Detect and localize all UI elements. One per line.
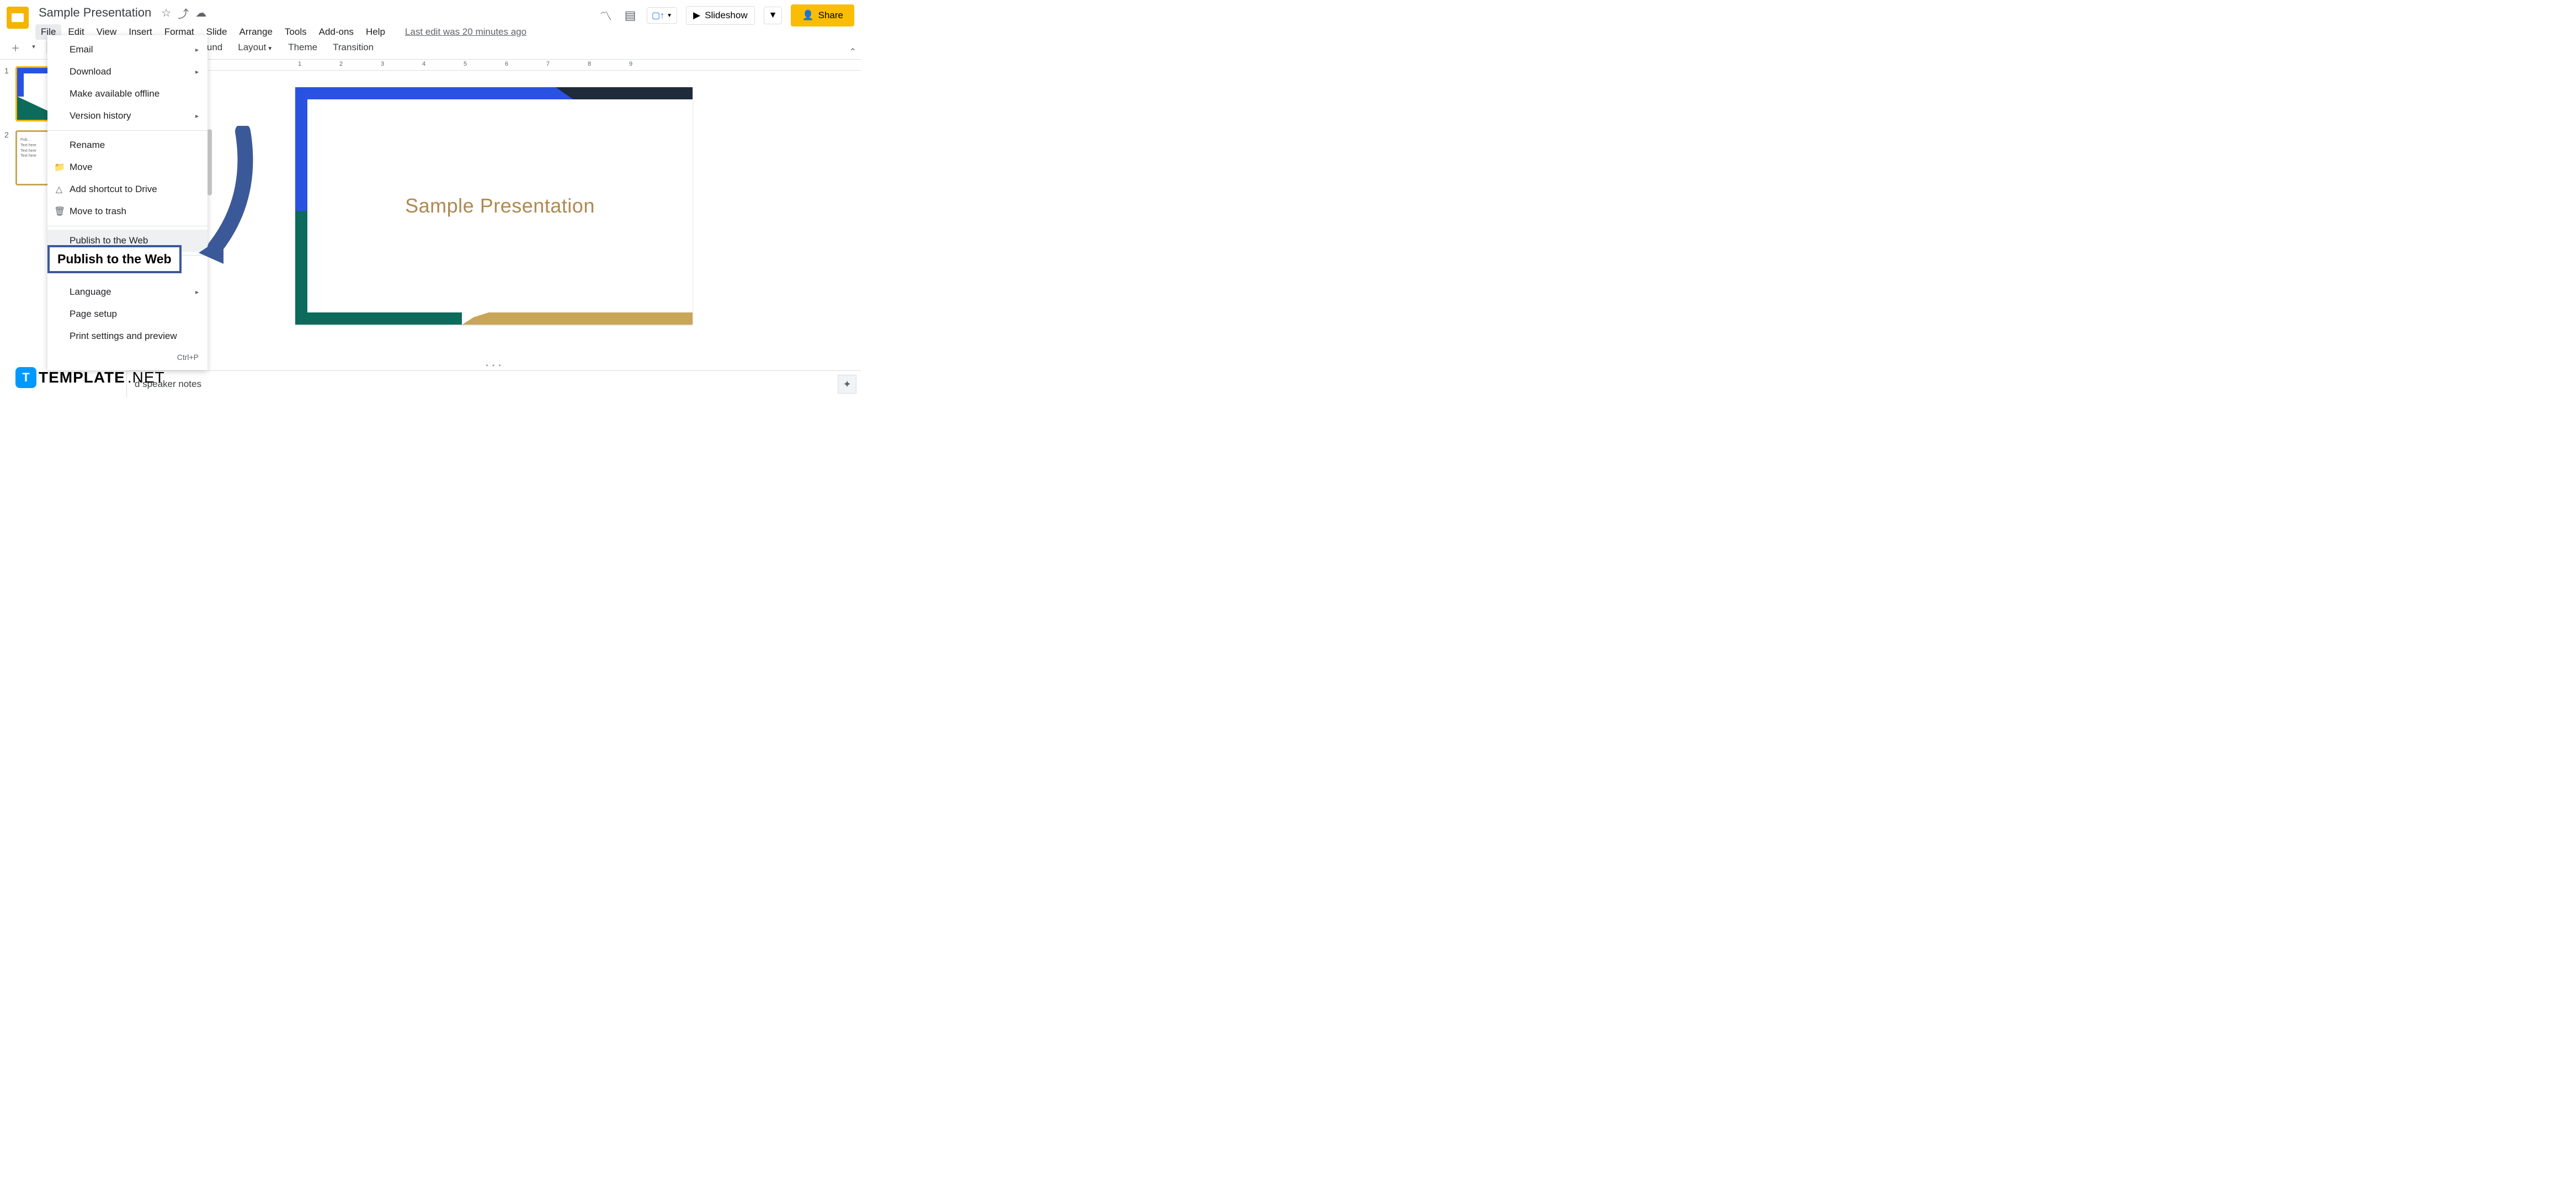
present-up-icon: ▢↑: [652, 10, 664, 21]
notes-drag-handle[interactable]: • • •: [486, 362, 502, 369]
menu-tools[interactable]: Tools: [279, 24, 312, 40]
chevron-down-icon: ▼: [667, 13, 672, 19]
menu-add-shortcut[interactable]: △Add shortcut to Drive: [47, 178, 207, 200]
horizontal-ruler: 1 2 3 4 5 6 7 8 9: [127, 60, 861, 71]
share-label: Share: [818, 10, 843, 21]
collapse-toolbar-icon[interactable]: ⌃: [849, 46, 856, 57]
slides-logo[interactable]: [7, 7, 29, 29]
thumb-number: 2: [4, 130, 12, 185]
file-menu-dropdown: Email▸ Download▸ Make available offline …: [47, 35, 207, 370]
slide-canvas[interactable]: Sample Presentation: [295, 87, 693, 325]
menu-version-history[interactable]: Version history▸: [47, 105, 207, 127]
person-icon: 👤: [802, 10, 813, 21]
shortcut-label: Ctrl+P: [177, 353, 199, 362]
star-icon[interactable]: ☆: [161, 6, 171, 20]
callout-arrow-icon: [193, 126, 259, 269]
separator: [46, 41, 47, 54]
submenu-arrow-icon: ▸: [195, 68, 199, 76]
trash-icon: 🗑: [54, 206, 64, 217]
menu-page-setup[interactable]: Page setup: [47, 303, 207, 325]
folder-move-icon: 📁: [54, 162, 64, 173]
comments-icon[interactable]: ▤: [622, 8, 638, 23]
menu-print-preview[interactable]: Print settings and preview: [47, 325, 207, 347]
slide-title[interactable]: Sample Presentation: [405, 194, 595, 217]
menu-separator: [47, 130, 207, 131]
present-dropdown[interactable]: ▢↑ ▼: [647, 7, 677, 24]
move-icon[interactable]: ⤴: [178, 5, 189, 21]
menu-language[interactable]: Language▸: [47, 281, 207, 303]
menu-arrange[interactable]: Arrange: [233, 24, 278, 40]
submenu-arrow-icon: ▸: [195, 288, 199, 296]
cloud-status-icon[interactable]: ☁: [195, 6, 206, 20]
play-icon: ▶: [693, 10, 700, 21]
submenu-arrow-icon: ▸: [195, 46, 199, 54]
document-title[interactable]: Sample Presentation: [35, 4, 155, 21]
menu-rename[interactable]: Rename: [47, 134, 207, 156]
menu-help[interactable]: Help: [360, 24, 391, 40]
slideshow-button[interactable]: ▶ Slideshow: [686, 6, 755, 25]
menu-email[interactable]: Email▸: [47, 39, 207, 61]
drive-shortcut-icon: △: [54, 184, 64, 195]
share-button[interactable]: 👤 Share: [791, 4, 854, 26]
menu-download[interactable]: Download▸: [47, 61, 207, 83]
trend-icon[interactable]: 〽: [598, 8, 614, 23]
watermark-text: TEMPLATE: [39, 369, 125, 386]
menu-trash[interactable]: 🗑Move to trash: [47, 200, 207, 222]
callout-highlight: Publish to the Web: [47, 245, 182, 273]
slideshow-caret[interactable]: ▼: [764, 7, 783, 24]
menu-addons[interactable]: Add-ons: [313, 24, 359, 40]
watermark-badge: T: [15, 367, 36, 388]
thumb-number: 1: [4, 66, 12, 121]
menu-print[interactable]: Ctrl+P: [47, 347, 207, 367]
slideshow-label: Slideshow: [705, 10, 748, 21]
watermark-suffix: .NET: [127, 369, 165, 386]
new-slide-caret[interactable]: ▼: [26, 41, 41, 54]
last-edit-link[interactable]: Last edit was 20 minutes ago: [405, 26, 526, 38]
theme-button[interactable]: Theme: [281, 39, 324, 56]
layout-button[interactable]: Layout▼: [231, 39, 279, 56]
speaker-notes[interactable]: d speaker notes: [127, 370, 861, 398]
submenu-arrow-icon: ▸: [195, 112, 199, 120]
app-header: Sample Presentation ☆ ⤴ ☁ File Edit View…: [0, 0, 861, 35]
watermark: T TEMPLATE .NET: [15, 367, 165, 388]
menu-offline[interactable]: Make available offline: [47, 83, 207, 105]
new-slide-button[interactable]: ＋: [7, 38, 24, 57]
explore-button[interactable]: ✦: [838, 375, 856, 394]
menu-move[interactable]: 📁Move: [47, 156, 207, 178]
transition-button[interactable]: Transition: [326, 39, 380, 56]
